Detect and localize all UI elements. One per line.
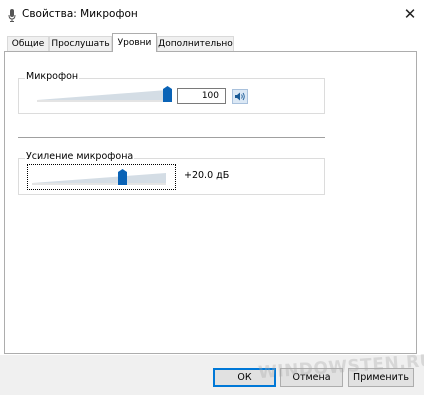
close-button[interactable]: ✕ <box>398 3 422 25</box>
microphone-level-field[interactable]: 100 <box>177 88 226 104</box>
tab-advanced[interactable]: Дополнительно <box>157 36 234 52</box>
boost-slider-thumb <box>118 169 127 185</box>
microphone-slider-track <box>37 100 167 102</box>
microphone-slider-thumb <box>163 86 172 102</box>
section-divider <box>18 137 325 138</box>
window-title: Свойства: Микрофон <box>22 8 138 20</box>
boost-value: +20.0 дБ <box>184 170 230 181</box>
microphone-label: Микрофон <box>25 71 80 82</box>
boost-slider-track <box>32 183 166 185</box>
boost-slider-wedge <box>32 173 166 183</box>
ok-button-label: ОК <box>237 372 252 383</box>
tab-listen-label: Прослушать <box>51 39 110 49</box>
tab-advanced-label: Дополнительно <box>158 39 233 49</box>
microphone-slider[interactable] <box>37 86 177 104</box>
apply-button-label: Применить <box>353 372 409 383</box>
ok-button[interactable]: ОК <box>213 368 276 387</box>
mute-button[interactable] <box>232 89 248 104</box>
microphone-slider-wedge <box>37 90 167 100</box>
tab-general[interactable]: Общие <box>7 36 49 52</box>
tab-levels[interactable]: Уровни <box>112 33 157 52</box>
tab-levels-label: Уровни <box>117 38 152 48</box>
cancel-button-label: Отмена <box>292 372 331 383</box>
tab-listen[interactable]: Прослушать <box>49 36 112 52</box>
close-icon: ✕ <box>403 5 417 23</box>
apply-button[interactable]: Применить <box>348 368 414 387</box>
boost-label: Усиление микрофона <box>25 151 135 162</box>
cancel-button[interactable]: Отмена <box>280 368 343 387</box>
microphone-icon <box>8 9 16 22</box>
speaker-icon <box>234 92 245 101</box>
tab-general-label: Общие <box>11 39 45 49</box>
boost-slider[interactable] <box>32 168 172 188</box>
